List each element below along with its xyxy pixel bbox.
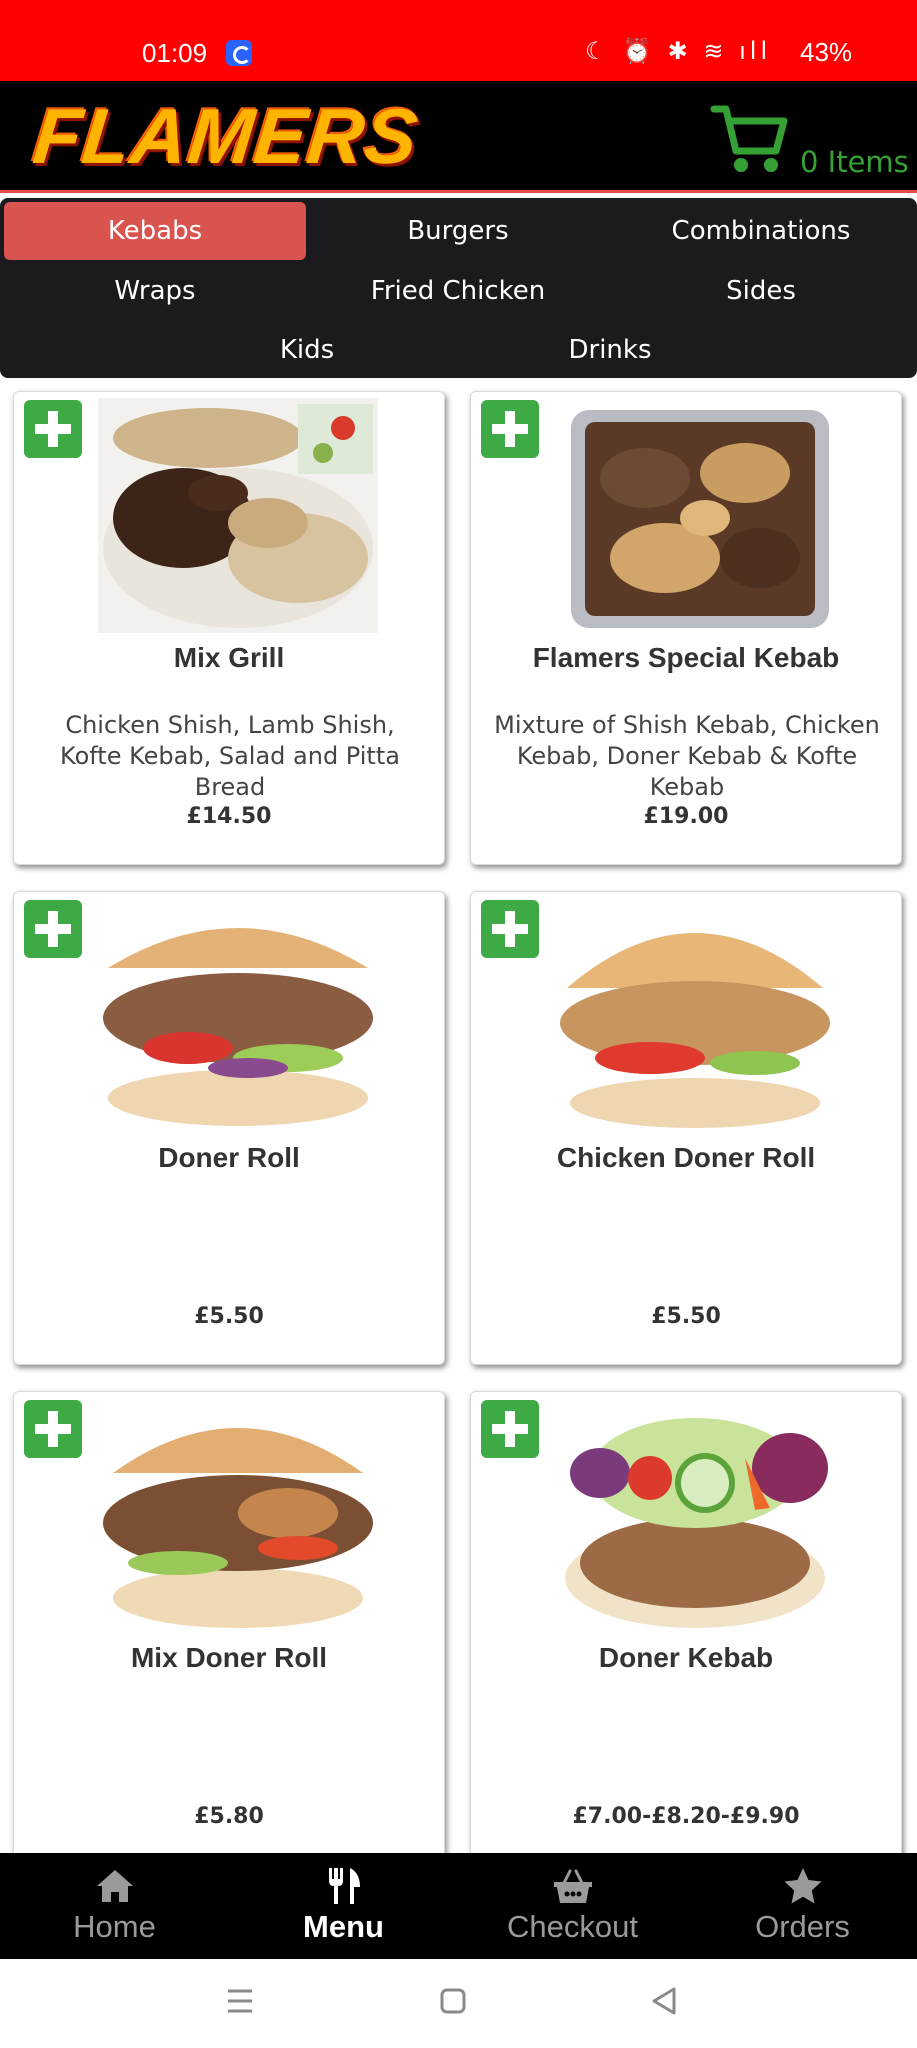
tab-orders[interactable]: Orders: [688, 1853, 917, 1959]
doner-kebab-image: [555, 1398, 835, 1633]
bottom-nav: Home Menu Checkout Orders: [0, 1853, 917, 1959]
product-name: Doner Roll: [158, 1142, 300, 1173]
status-bar: 01:09 ☾ ⏰ ✱ ≋ ıll 43%: [0, 0, 917, 81]
app-header: FLAMERS 0 Items: [0, 81, 917, 193]
product-price: £5.80: [194, 1804, 264, 1829]
product-card[interactable]: Mix Grill Chicken Shish, Lamb Shish, Kof…: [13, 391, 445, 865]
system-nav-bar: [0, 1959, 917, 2048]
back-icon[interactable]: [634, 1979, 694, 2023]
category-kids[interactable]: Kids: [156, 321, 458, 379]
product-price: £14.50: [186, 804, 272, 829]
category-drinks[interactable]: Drinks: [459, 321, 761, 379]
status-icons: ☾ ⏰ ✱ ≋ ıll: [585, 37, 772, 65]
product-price: £19.00: [643, 804, 729, 829]
battery-level: 43%: [800, 37, 853, 67]
product-name: Mix Doner Roll: [130, 1642, 327, 1673]
cart-item-count[interactable]: 0 Items: [800, 145, 909, 179]
tab-label: Home: [73, 1909, 156, 1944]
home-icon: [97, 1870, 133, 1902]
category-combinations[interactable]: Combinations: [610, 202, 912, 260]
category-wraps[interactable]: Wraps: [4, 262, 306, 320]
product-name: Doner Kebab: [598, 1642, 774, 1673]
product-price: £5.50: [194, 1304, 264, 1329]
chicken-doner-roll-image: [555, 898, 835, 1133]
category-burgers[interactable]: Burgers: [307, 202, 609, 260]
tab-label: Orders: [755, 1909, 850, 1944]
tab-menu[interactable]: Menu: [229, 1853, 458, 1959]
tab-home[interactable]: Home: [0, 1853, 229, 1959]
add-to-cart-button[interactable]: [24, 900, 82, 958]
status-time: 01:09: [142, 38, 208, 68]
product-card[interactable]: Doner Roll £5.50: [13, 891, 445, 1365]
product-price: £5.50: [651, 1304, 721, 1329]
tab-checkout[interactable]: Checkout: [458, 1853, 687, 1959]
tab-label: Checkout: [507, 1909, 638, 1944]
star-icon: [784, 1868, 822, 1904]
product-description: Chicken Shish, Lamb Shish, Kofte Kebab, …: [60, 711, 400, 801]
category-nav: Kebabs Burgers Combinations Wraps Fried …: [0, 198, 917, 378]
product-name: Chicken Doner Roll: [556, 1142, 816, 1173]
app-notification-icon: [226, 40, 252, 66]
category-kebabs[interactable]: Kebabs: [4, 202, 306, 260]
product-card[interactable]: Chicken Doner Roll £5.50: [470, 891, 902, 1365]
recent-apps-icon[interactable]: [210, 1979, 270, 2023]
add-to-cart-button[interactable]: [481, 1400, 539, 1458]
home-button-icon[interactable]: [423, 1979, 483, 2023]
add-to-cart-button[interactable]: [24, 1400, 82, 1458]
basket-icon: [554, 1869, 592, 1903]
cart-icon[interactable]: [710, 99, 790, 179]
product-card[interactable]: Flamers Special Kebab Mixture of Shish K…: [470, 391, 902, 865]
product-card[interactable]: Mix Doner Roll £5.80: [13, 1391, 445, 1853]
add-to-cart-button[interactable]: [481, 400, 539, 458]
mix-doner-roll-image: [98, 1398, 378, 1633]
product-price: £7.00-£8.20-£9.90: [572, 1804, 800, 1829]
add-to-cart-button[interactable]: [481, 900, 539, 958]
product-description: Mixture of Shish Kebab, Chicken Kebab, D…: [494, 711, 880, 801]
category-fried-chicken[interactable]: Fried Chicken: [307, 262, 609, 320]
tab-label: Menu: [303, 1909, 384, 1944]
mix-grill-image: [98, 398, 378, 633]
flamers-special-kebab-image: [555, 398, 835, 633]
product-name: Flamers Special Kebab: [532, 642, 840, 673]
doner-roll-image: [98, 898, 378, 1133]
category-sides[interactable]: Sides: [610, 262, 912, 320]
cutlery-icon: [329, 1868, 360, 1904]
add-to-cart-button[interactable]: [24, 400, 82, 458]
flamers-logo[interactable]: FLAMERS: [29, 91, 423, 182]
product-grid: Mix Grill Chicken Shish, Lamb Shish, Kof…: [0, 378, 917, 1853]
product-name: Mix Grill: [173, 642, 285, 673]
product-card[interactable]: Doner Kebab £7.00-£8.20-£9.90: [470, 1391, 902, 1853]
